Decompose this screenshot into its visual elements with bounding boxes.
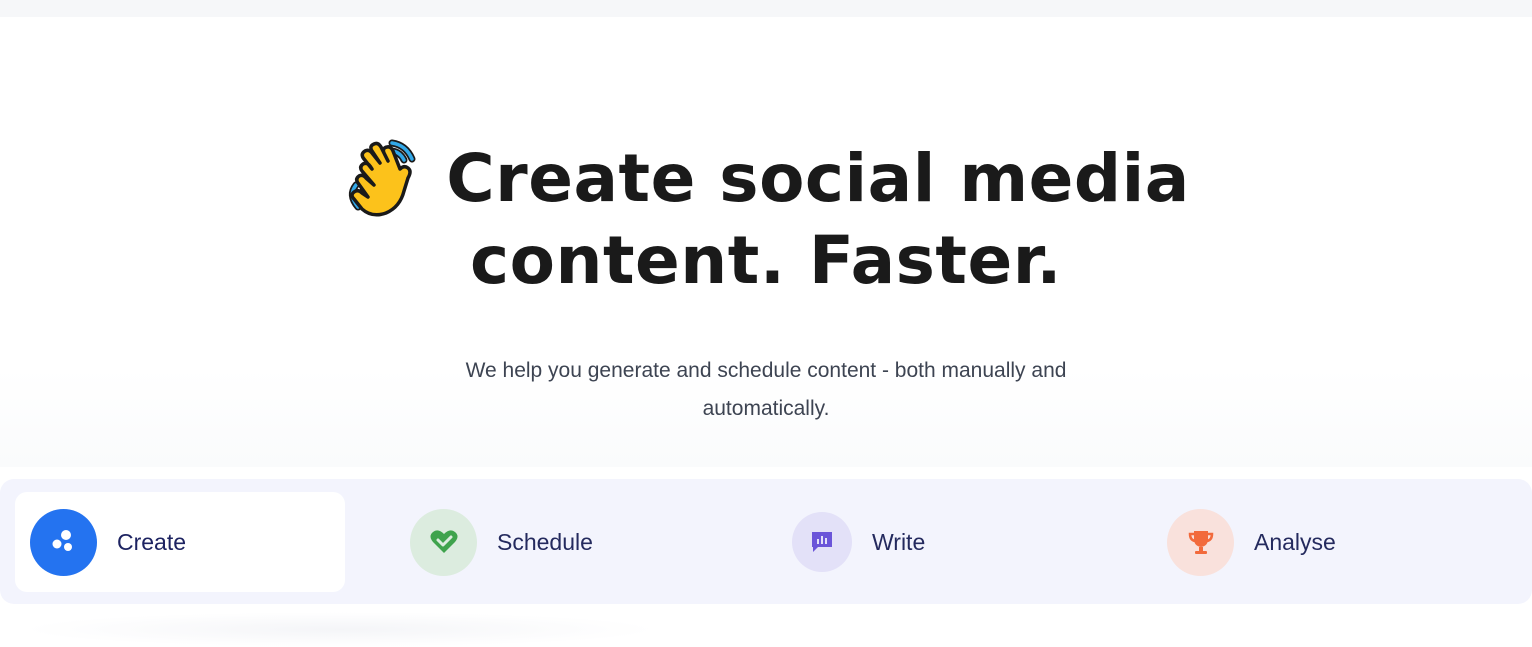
headline-text-1: Create social media [446,140,1190,217]
tab-write[interactable]: Write [792,492,925,592]
decorative-shadow [20,612,660,647]
tab-analyse-label: Analyse [1254,528,1336,555]
tab-schedule-label: Schedule [497,528,593,555]
hero-subtitle: We help you generate and schedule conten… [465,359,1067,420]
waving-hand-icon [342,139,422,219]
feature-tab-bar: Create Schedule Write Analyse [0,479,1532,604]
tab-schedule[interactable]: Schedule [410,492,593,592]
top-strip [0,0,1532,17]
tab-create[interactable]: Create [15,492,345,592]
chat-chart-icon [792,512,852,572]
tab-write-label: Write [872,528,926,555]
headline-line-2: content. Faster. [470,222,1062,299]
tab-create-label: Create [117,528,187,555]
trophy-icon [1167,508,1234,576]
headline-line-1: Create social media [0,138,1532,220]
heart-handshake-icon [410,508,477,576]
bubbles-icon [30,508,97,576]
tab-analyse[interactable]: Analyse [1167,492,1336,592]
page-title: Create social media content. Faster. [0,138,1532,302]
